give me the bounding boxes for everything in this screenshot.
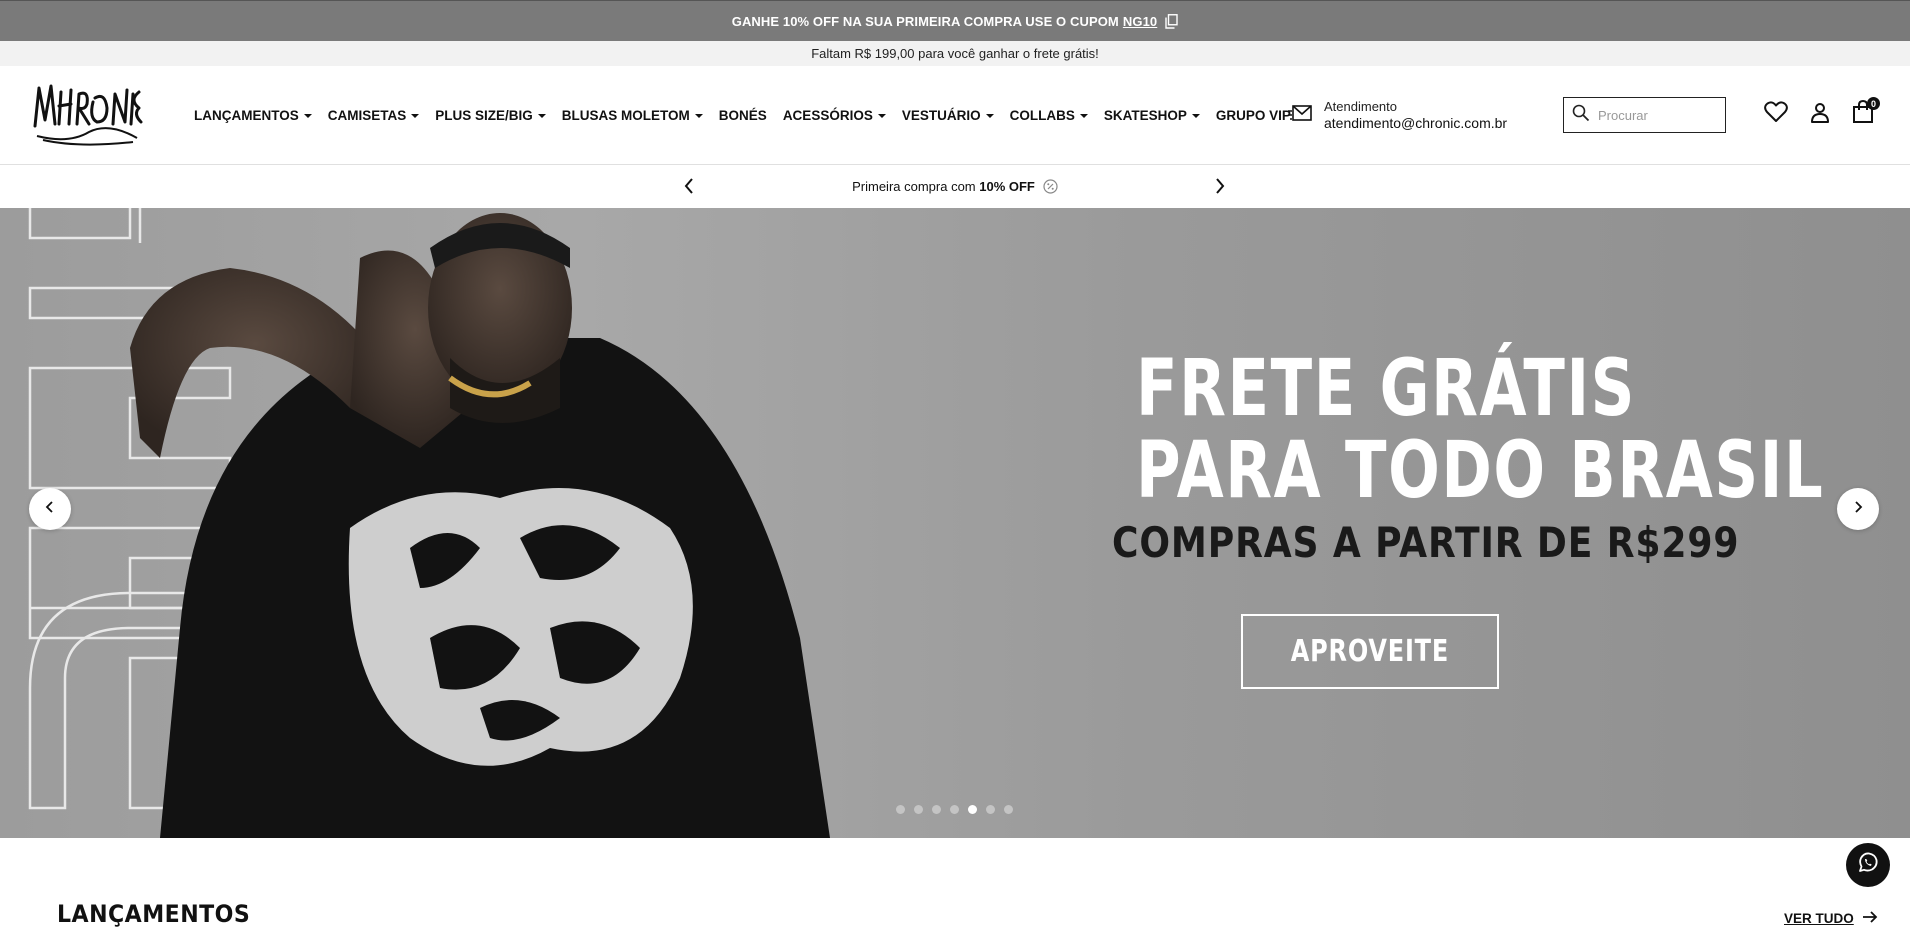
mail-icon — [1288, 103, 1312, 128]
announcement-text: GANHE 10% OFF NA SUA PRIMEIRA COMPRA USE… — [731, 13, 1119, 29]
free-shipping-bar: Faltam R$ 199,00 para você ganhar o fret… — [0, 41, 1910, 66]
copy-icon[interactable] — [1165, 13, 1178, 29]
hero-line-1: FRETE GRÁTIS — [1136, 344, 1637, 434]
chevron-right-icon — [1853, 500, 1863, 519]
nav-label: PLUS SIZE/BIG — [435, 108, 533, 123]
nav-label: GRUPO VIP — [1215, 108, 1291, 123]
slide-dot[interactable] — [986, 805, 995, 814]
main-nav: LANÇAMENTOS CAMISETAS PLUS SIZE/BIG BLUS… — [194, 66, 1307, 165]
aproveite-button[interactable]: APROVEITE — [1241, 614, 1499, 689]
promo-rotator: Primeira compra com 10% OFF — [0, 165, 1910, 208]
slide-dot[interactable] — [914, 805, 923, 814]
promo-text: Primeira compra com — [852, 179, 980, 194]
slide-dots — [896, 805, 1013, 814]
ver-tudo-label: VER TUDO — [1784, 911, 1854, 926]
arrow-right-icon — [1862, 911, 1878, 926]
caret-down-icon — [1079, 113, 1088, 118]
hero-line-2: PARA TODO BRASIL — [1136, 426, 1825, 516]
user-icon — [1809, 101, 1831, 128]
promo-next-button[interactable] — [1214, 177, 1226, 198]
hero-line-3: COMPRAS A PARTIR DE R$299 — [1112, 518, 1740, 567]
slide-dot[interactable] — [896, 805, 905, 814]
nav-item-collabs[interactable]: COLLABS — [1010, 108, 1088, 123]
nav-item-grupo-vip[interactable]: GRUPO VIP — [1216, 108, 1291, 123]
section-title-lancamentos: LANÇAMENTOS — [57, 900, 251, 928]
model-photo — [130, 213, 830, 838]
nav-label: ACESSÓRIOS — [782, 108, 873, 123]
slide-dot[interactable] — [950, 805, 959, 814]
announcement-bar: GANHE 10% OFF NA SUA PRIMEIRA COMPRA USE… — [0, 0, 1910, 41]
caret-down-icon — [303, 113, 312, 118]
hero-banner[interactable]: FRETE GRÁTIS PARA TODO BRASIL COMPRAS A … — [0, 208, 1910, 838]
caret-down-icon — [537, 113, 546, 118]
promo-message: Primeira compra com 10% OFF — [852, 179, 1035, 194]
promo-prev-button[interactable] — [683, 177, 695, 198]
caret-down-icon — [985, 113, 994, 118]
nav-item-bones[interactable]: BONÉS — [719, 108, 767, 123]
chronic-logo[interactable] — [29, 78, 145, 148]
customer-service[interactable]: Atendimento atendimento@chronic.com.br — [1288, 98, 1507, 132]
nav-label: LANÇAMENTOS — [194, 108, 299, 123]
free-shipping-text: Faltam R$ 199,00 para você ganhar o fret… — [811, 46, 1099, 61]
nav-item-camisetas[interactable]: CAMISETAS — [328, 108, 420, 123]
slide-next-button[interactable] — [1837, 488, 1879, 530]
search-input[interactable] — [1598, 107, 1718, 123]
nav-item-skateshop[interactable]: SKATESHOP — [1104, 108, 1200, 123]
cart-count-badge: 0 — [1867, 97, 1880, 110]
search-box[interactable] — [1563, 97, 1726, 133]
heart-icon — [1764, 100, 1788, 128]
nav-label: VESTUÁRIO — [901, 108, 981, 123]
caret-down-icon — [877, 113, 886, 118]
nav-item-vestuario[interactable]: VESTUÁRIO — [902, 108, 994, 123]
cta-label: APROVEITE — [1290, 634, 1450, 669]
nav-item-lancamentos[interactable]: LANÇAMENTOS — [194, 108, 312, 123]
nav-label: BONÉS — [718, 108, 767, 123]
nav-label: COLLABS — [1009, 108, 1075, 123]
nav-item-blusas-moletom[interactable]: BLUSAS MOLETOM — [562, 108, 703, 123]
hero-headline: FRETE GRÁTIS PARA TODO BRASIL COMPRAS A … — [1070, 344, 1825, 567]
promo-bold: 10% OFF — [979, 179, 1035, 194]
caret-down-icon — [694, 113, 703, 118]
ver-tudo-link[interactable]: VER TUDO — [1784, 911, 1878, 926]
slide-dot-active[interactable] — [968, 805, 977, 814]
nav-item-acessorios[interactable]: ACESSÓRIOS — [783, 108, 886, 123]
caret-down-icon — [411, 113, 420, 118]
discount-icon — [1043, 179, 1058, 194]
nav-label: CAMISETAS — [327, 108, 407, 123]
search-icon[interactable] — [1572, 104, 1590, 127]
slide-dot[interactable] — [932, 805, 941, 814]
contact-label: Atendimento — [1324, 99, 1397, 114]
coupon-code[interactable]: NG10 — [1123, 14, 1157, 29]
site-header: LANÇAMENTOS CAMISETAS PLUS SIZE/BIG BLUS… — [0, 66, 1910, 165]
whatsapp-button[interactable] — [1846, 843, 1890, 887]
slide-dot[interactable] — [1004, 805, 1013, 814]
caret-down-icon — [1191, 113, 1200, 118]
chevron-left-icon — [45, 500, 55, 519]
account-button[interactable] — [1806, 100, 1834, 128]
nav-item-plus-size[interactable]: PLUS SIZE/BIG — [435, 108, 546, 123]
whatsapp-icon — [1855, 850, 1881, 881]
cart-button[interactable]: 0 — [1849, 97, 1880, 128]
nav-label: SKATESHOP — [1103, 108, 1187, 123]
slide-prev-button[interactable] — [29, 488, 71, 530]
nav-label: BLUSAS MOLETOM — [561, 108, 690, 123]
contact-email[interactable]: atendimento@chronic.com.br — [1324, 115, 1507, 132]
wishlist-button[interactable] — [1762, 100, 1790, 128]
